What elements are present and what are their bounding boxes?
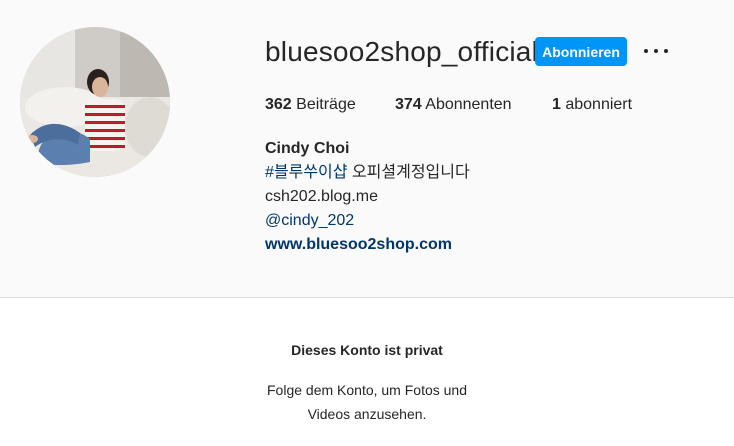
following-count: 1 bbox=[552, 96, 561, 113]
private-line-2: Videos anzusehen. bbox=[307, 406, 427, 422]
posts-label: Beiträge bbox=[296, 96, 356, 113]
following-label: abonniert bbox=[565, 96, 633, 113]
stat-posts: 362 Beiträge bbox=[265, 96, 356, 114]
bio-hashtag-link[interactable]: #블루쑤이샵 bbox=[265, 164, 348, 181]
bio-line-1: #블루쑤이샵 오피셜계정입니다 bbox=[265, 161, 470, 185]
more-dot bbox=[644, 49, 648, 53]
private-account-notice: Dieses Konto ist privat Folge dem Konto,… bbox=[0, 298, 734, 446]
website-link[interactable]: www.bluesoo2shop.com bbox=[265, 233, 470, 257]
posts-count: 362 bbox=[265, 96, 292, 113]
avatar-image bbox=[20, 27, 170, 177]
profile-header: bluesoo2shop_official Abonnieren 362 Bei… bbox=[0, 0, 734, 298]
bio-line-2: csh202.blog.me bbox=[265, 188, 378, 205]
follow-button[interactable]: Abonnieren bbox=[535, 37, 627, 66]
private-title: Dieses Konto ist privat bbox=[291, 342, 443, 358]
avatar[interactable] bbox=[20, 27, 170, 177]
full-name: Cindy Choi bbox=[265, 140, 350, 157]
bio-mention-link[interactable]: @cindy_202 bbox=[265, 209, 470, 233]
stat-following[interactable]: 1 abonniert bbox=[552, 96, 632, 114]
more-options-icon[interactable] bbox=[644, 44, 668, 58]
followers-label: Abonnenten bbox=[425, 96, 512, 113]
more-dot bbox=[654, 49, 658, 53]
profile-bio: Cindy Choi #블루쑤이샵 오피셜계정입니다 csh202.blog.m… bbox=[265, 137, 470, 257]
followers-count: 374 bbox=[395, 96, 422, 113]
private-line-1: Folge dem Konto, um Fotos und bbox=[267, 382, 467, 398]
profile-username: bluesoo2shop_official bbox=[265, 36, 539, 67]
bio-hashtag-suffix: 오피셜계정입니다 bbox=[347, 164, 470, 181]
more-dot bbox=[664, 49, 668, 53]
stat-followers[interactable]: 374 Abonnenten bbox=[395, 96, 512, 114]
private-description: Folge dem Konto, um Fotos und Videos anz… bbox=[0, 378, 734, 426]
